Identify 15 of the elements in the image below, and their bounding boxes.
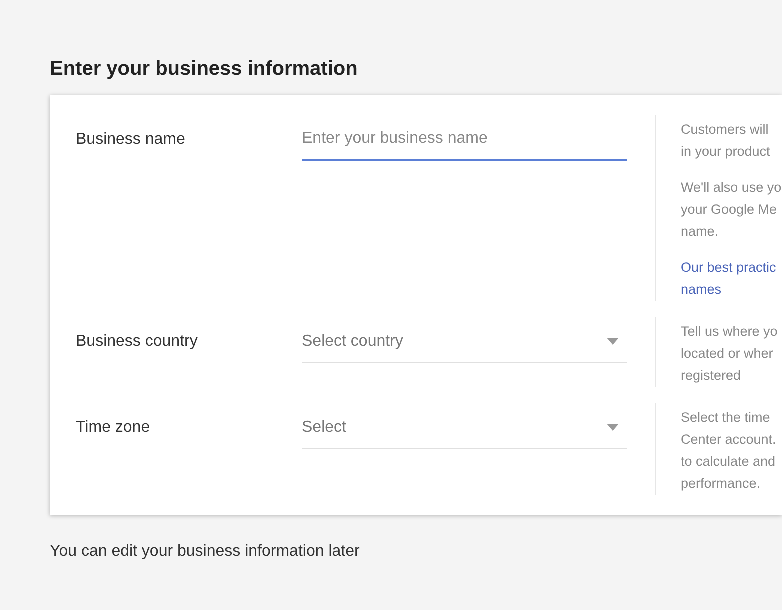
help-text: Select the time Center account. to calculate and performance. [681,409,778,493]
caret-icon [607,338,619,345]
field-label: Time zone [76,418,152,437]
select-field[interactable]: Select country [302,321,627,363]
help-text: We'll also use yo your Google Me name. [681,179,782,241]
page-heading: Enter your business information [50,58,359,81]
field-label: Business name [76,130,186,149]
input-field[interactable]: Enter your business name [302,119,627,161]
help-text: Tell us where yo located or wher registered [681,323,779,385]
help-text: Customers will in your product [681,121,772,161]
help-link[interactable]: Our best practic names [681,257,782,301]
select-field[interactable]: Select [302,407,627,449]
caret-icon [607,424,619,431]
footer-note: You can edit your business information later [50,543,361,561]
field-label: Business country [76,332,199,351]
